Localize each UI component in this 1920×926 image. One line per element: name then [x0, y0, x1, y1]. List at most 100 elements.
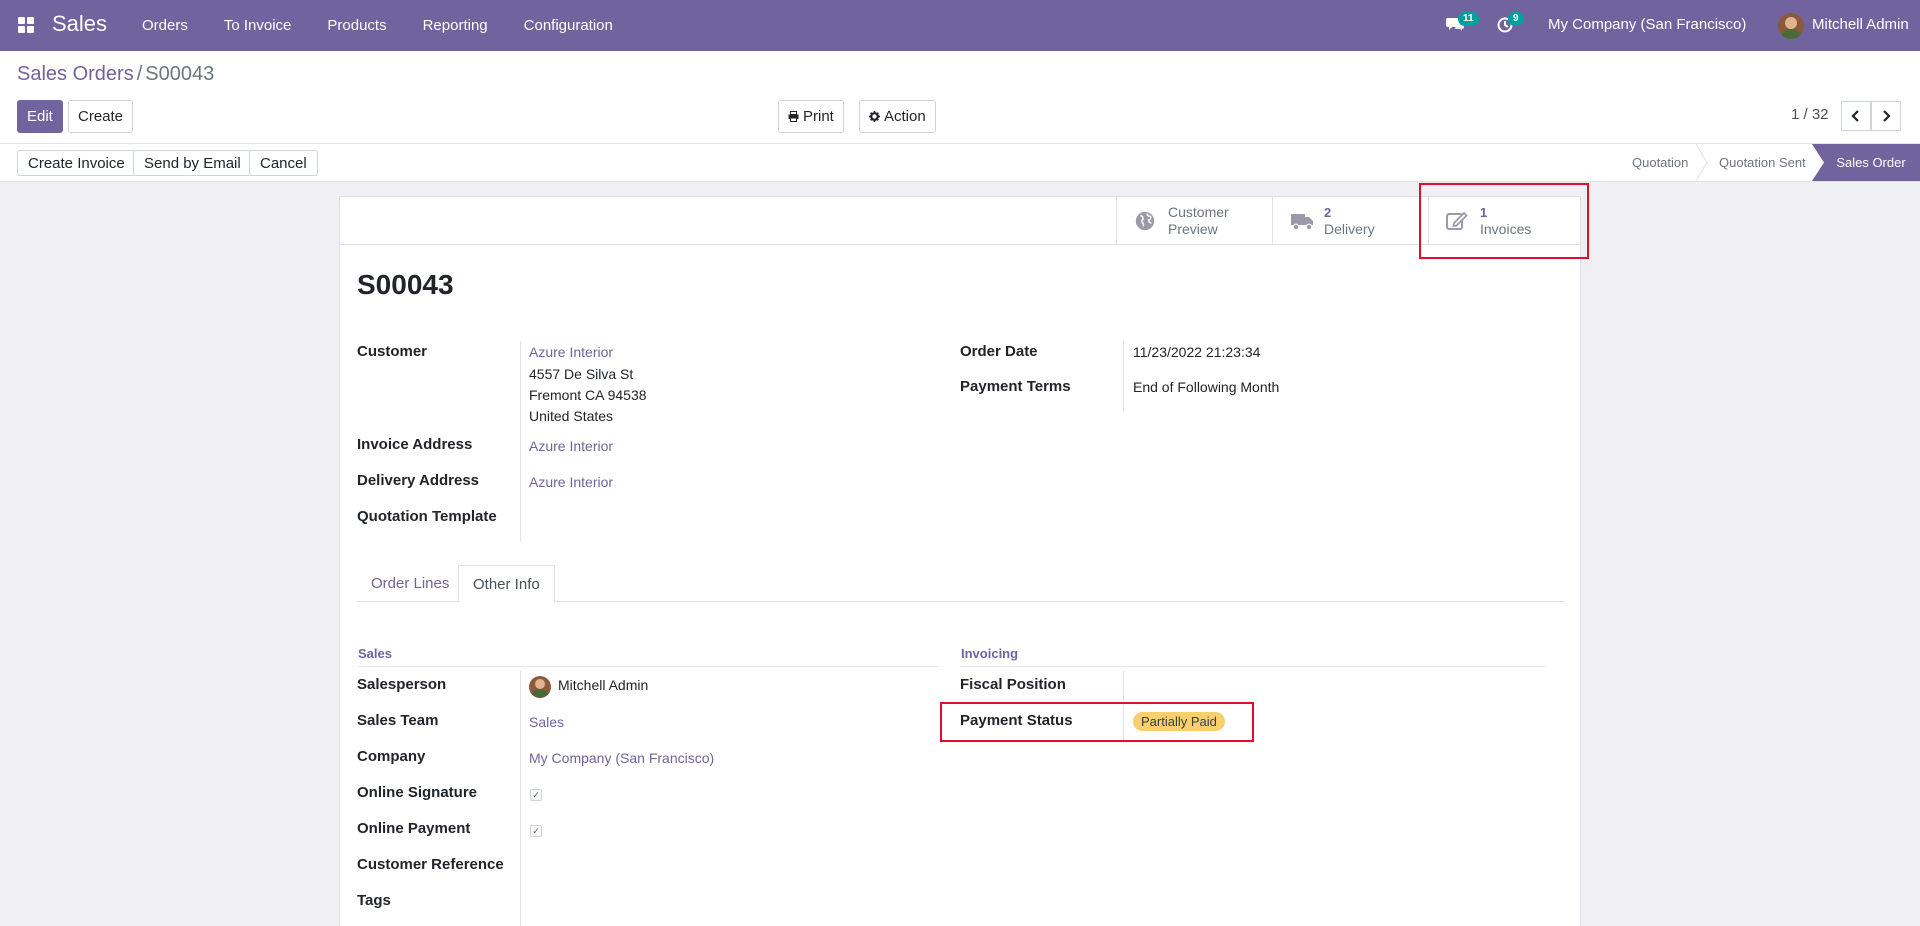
action-button-label: Action [884, 108, 926, 125]
main-menu: Orders To Invoice Products Reporting Con… [124, 0, 631, 51]
invoice-address-field[interactable]: Azure Interior [529, 438, 613, 454]
control-panel: Sales Orders / S00043 Edit Create Print Ac… [0, 51, 1920, 144]
activities-button[interactable]: 9 [1496, 12, 1524, 34]
breadcrumb-current: S00043 [145, 63, 215, 85]
invoice-address-label: Invoice Address [357, 436, 473, 453]
send-by-email-button[interactable]: Send by Email [133, 150, 252, 176]
menu-orders[interactable]: Orders [124, 17, 206, 34]
online-payment-label: Online Payment [357, 820, 471, 837]
create-button-label: Create [78, 108, 124, 125]
quotation-template-label: Quotation Template [357, 508, 497, 525]
user-menu[interactable]: Mitchell Admin [1812, 16, 1909, 33]
company-field[interactable]: My Company (San Francisco) [529, 750, 714, 766]
breadcrumb-separator: / [136, 63, 143, 85]
field-divider [520, 341, 521, 541]
invoices-button[interactable]: 1 Invoices [1428, 197, 1580, 245]
pager-next-button[interactable] [1871, 101, 1901, 131]
sales-section-title: Sales [358, 646, 392, 661]
globe-icon [1135, 211, 1155, 231]
create-invoice-label: Create Invoice [28, 154, 125, 172]
edit-button-label: Edit [27, 108, 53, 125]
print-button-label: Print [803, 108, 834, 125]
online-signature-checkbox[interactable]: ✓ [530, 789, 542, 801]
truck-icon [1291, 214, 1313, 231]
messages-button[interactable]: 11 [1446, 12, 1479, 34]
gear-icon [869, 111, 880, 122]
delivery-label: Delivery [1324, 221, 1375, 237]
stage-quotation-sent[interactable]: Quotation Sent [1719, 144, 1806, 181]
delivery-count: 2 [1324, 205, 1332, 220]
edit-button[interactable]: Edit [17, 100, 63, 133]
menu-to-invoice[interactable]: To Invoice [206, 17, 310, 34]
stage-quotation[interactable]: Quotation [1632, 144, 1688, 181]
notebook-tabs: Order Lines Other Info [357, 565, 1565, 603]
cancel-label: Cancel [260, 154, 307, 172]
online-payment-checkbox[interactable]: ✓ [530, 825, 542, 837]
chevron-right-icon [1883, 110, 1891, 122]
menu-products[interactable]: Products [309, 17, 404, 34]
company-switcher[interactable]: My Company (San Francisco) [1548, 16, 1746, 33]
customer-preview-line2: Preview [1168, 221, 1218, 237]
customer-preview-button[interactable]: Customer Preview [1116, 197, 1272, 245]
send-by-email-label: Send by Email [144, 154, 241, 172]
address-line-2: Fremont CA 94538 [529, 387, 647, 403]
breadcrumb: Sales Orders / S00043 [17, 63, 214, 86]
customer-reference-label: Customer Reference [357, 856, 504, 873]
delivery-button[interactable]: 2 Delivery [1272, 197, 1428, 245]
salesperson-avatar [529, 676, 551, 698]
print-button[interactable]: Print [778, 100, 844, 133]
messages-badge: 11 [1458, 12, 1479, 26]
breadcrumb-sales-orders[interactable]: Sales Orders [17, 63, 134, 85]
user-avatar[interactable] [1778, 13, 1804, 39]
top-navbar: Sales Orders To Invoice Products Reporti… [0, 0, 1920, 51]
section-divider [960, 666, 1546, 667]
action-button[interactable]: Action [859, 100, 936, 133]
cancel-button[interactable]: Cancel [249, 150, 318, 176]
address-line-1: 4557 De Silva St [529, 366, 634, 382]
address-line-3: United States [529, 408, 614, 424]
customer-field[interactable]: Azure Interior [529, 344, 613, 360]
edit-document-icon [1446, 211, 1468, 230]
smart-button-box: Customer Preview 2 Delivery 1 Invoices [340, 197, 1580, 245]
sales-team-label: Sales Team [357, 712, 439, 729]
order-date-label: Order Date [960, 343, 1038, 360]
field-divider [520, 671, 521, 926]
create-invoice-button[interactable]: Create Invoice [17, 150, 136, 176]
chevron-left-icon [1851, 110, 1859, 122]
printer-icon [788, 111, 799, 122]
customer-preview-line1: Customer [1168, 204, 1229, 220]
pager-value[interactable]: 1 / 32 [1791, 106, 1829, 123]
apps-grid-icon[interactable] [18, 17, 34, 33]
menu-configuration[interactable]: Configuration [506, 17, 631, 34]
tags-label: Tags [357, 892, 391, 909]
invoices-label: Invoices [1480, 221, 1532, 237]
record-title: S00043 [357, 269, 454, 300]
order-date-field[interactable]: 11/23/2022 21:23:34 [1133, 344, 1260, 360]
salesperson-field[interactable]: Mitchell Admin [558, 677, 648, 693]
online-signature-label: Online Signature [357, 784, 478, 801]
tab-other-info[interactable]: Other Info [458, 565, 555, 603]
sales-team-field[interactable]: Sales [529, 714, 564, 730]
company-label: Company [357, 748, 426, 765]
menu-reporting[interactable]: Reporting [405, 17, 506, 34]
pager-previous-button[interactable] [1841, 101, 1871, 131]
payment-status-label: Payment Status [960, 712, 1073, 729]
payment-terms-field[interactable]: End of Following Month [1133, 379, 1279, 395]
payment-terms-label: Payment Terms [960, 378, 1071, 395]
customer-preview-text: Customer Preview [1168, 204, 1229, 238]
section-divider [357, 666, 939, 667]
invoices-count: 1 [1480, 205, 1488, 220]
field-divider [1123, 341, 1124, 411]
customer-label: Customer [357, 343, 428, 360]
stage-separator-icon [1696, 144, 1708, 181]
stage-sales-order[interactable]: Sales Order [1812, 144, 1920, 181]
delivery-text: 2 Delivery [1324, 204, 1375, 238]
create-button[interactable]: Create [68, 100, 134, 133]
payment-status-badge: Partially Paid [1133, 712, 1225, 731]
delivery-address-field[interactable]: Azure Interior [529, 474, 613, 490]
tab-order-lines[interactable]: Order Lines [357, 565, 463, 602]
invoicing-section-title: Invoicing [961, 646, 1019, 661]
delivery-address-label: Delivery Address [357, 472, 480, 489]
app-name[interactable]: Sales [52, 11, 107, 37]
status-bar: Create Invoice Send by Email Cancel Quot… [0, 144, 1920, 182]
